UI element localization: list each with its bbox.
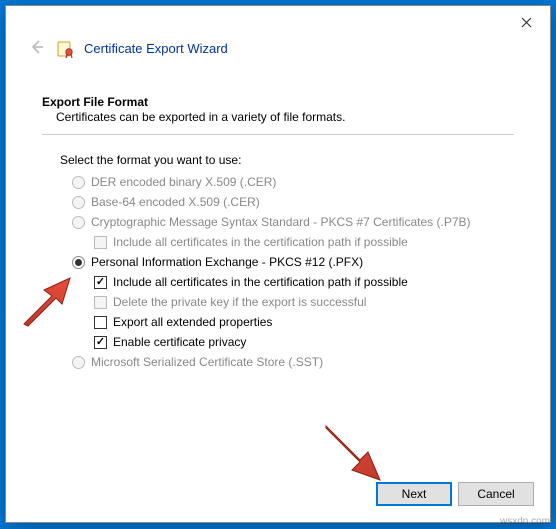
label-pfx: Personal Information Exchange - PKCS #12… bbox=[91, 255, 363, 269]
section-heading: Export File Format bbox=[42, 95, 514, 109]
label-pkcs7-include: Include all certificates in the certific… bbox=[113, 235, 408, 249]
label-pfx-delete: Delete the private key if the export is … bbox=[113, 295, 366, 309]
next-button[interactable]: Next bbox=[376, 482, 452, 506]
label-pfx-extended: Export all extended properties bbox=[113, 315, 272, 329]
option-pfx-delete: Delete the private key if the export is … bbox=[94, 295, 514, 309]
radio-base64 bbox=[72, 196, 85, 209]
wizard-header: Certificate Export Wizard bbox=[6, 38, 550, 67]
watermark: wsxdn.com bbox=[500, 516, 550, 527]
radio-pfx[interactable] bbox=[72, 256, 85, 269]
option-sst: Microsoft Serialized Certificate Store (… bbox=[72, 355, 514, 369]
label-pkcs7: Cryptographic Message Syntax Standard - … bbox=[91, 215, 471, 229]
close-icon bbox=[521, 17, 532, 28]
radio-pkcs7 bbox=[72, 216, 85, 229]
wizard-window: Certificate Export Wizard Export File Fo… bbox=[5, 5, 551, 523]
checkbox-pfx-extended[interactable] bbox=[94, 316, 107, 329]
label-pfx-privacy: Enable certificate privacy bbox=[113, 335, 246, 349]
option-pkcs7-include: Include all certificates in the certific… bbox=[94, 235, 514, 249]
label-sst: Microsoft Serialized Certificate Store (… bbox=[91, 355, 323, 369]
radio-sst bbox=[72, 356, 85, 369]
certificate-icon bbox=[56, 40, 74, 58]
label-base64: Base-64 encoded X.509 (.CER) bbox=[91, 195, 260, 209]
option-pfx-include[interactable]: Include all certificates in the certific… bbox=[94, 275, 514, 289]
content-area: Export File Format Certificates can be e… bbox=[6, 67, 550, 472]
checkbox-pkcs7-include bbox=[94, 236, 107, 249]
separator bbox=[42, 134, 514, 135]
titlebar bbox=[6, 6, 550, 38]
option-pkcs7: Cryptographic Message Syntax Standard - … bbox=[72, 215, 514, 229]
option-pfx-privacy[interactable]: Enable certificate privacy bbox=[94, 335, 514, 349]
wizard-title: Certificate Export Wizard bbox=[84, 41, 228, 56]
format-prompt: Select the format you want to use: bbox=[60, 153, 514, 167]
option-base64: Base-64 encoded X.509 (.CER) bbox=[72, 195, 514, 209]
label-pfx-include: Include all certificates in the certific… bbox=[113, 275, 408, 289]
option-der: DER encoded binary X.509 (.CER) bbox=[72, 175, 514, 189]
section-subtitle: Certificates can be exported in a variet… bbox=[56, 110, 514, 124]
checkbox-pfx-delete bbox=[94, 296, 107, 309]
option-pfx-extended[interactable]: Export all extended properties bbox=[94, 315, 514, 329]
back-arrow-icon[interactable] bbox=[28, 38, 46, 59]
footer-buttons: Next Cancel bbox=[6, 472, 550, 522]
cancel-button[interactable]: Cancel bbox=[458, 482, 534, 506]
label-der: DER encoded binary X.509 (.CER) bbox=[91, 175, 276, 189]
checkbox-pfx-include[interactable] bbox=[94, 276, 107, 289]
option-pfx[interactable]: Personal Information Exchange - PKCS #12… bbox=[72, 255, 514, 269]
radio-der bbox=[72, 176, 85, 189]
checkbox-pfx-privacy[interactable] bbox=[94, 336, 107, 349]
format-options: DER encoded binary X.509 (.CER) Base-64 … bbox=[72, 175, 514, 369]
close-button[interactable] bbox=[506, 8, 546, 36]
